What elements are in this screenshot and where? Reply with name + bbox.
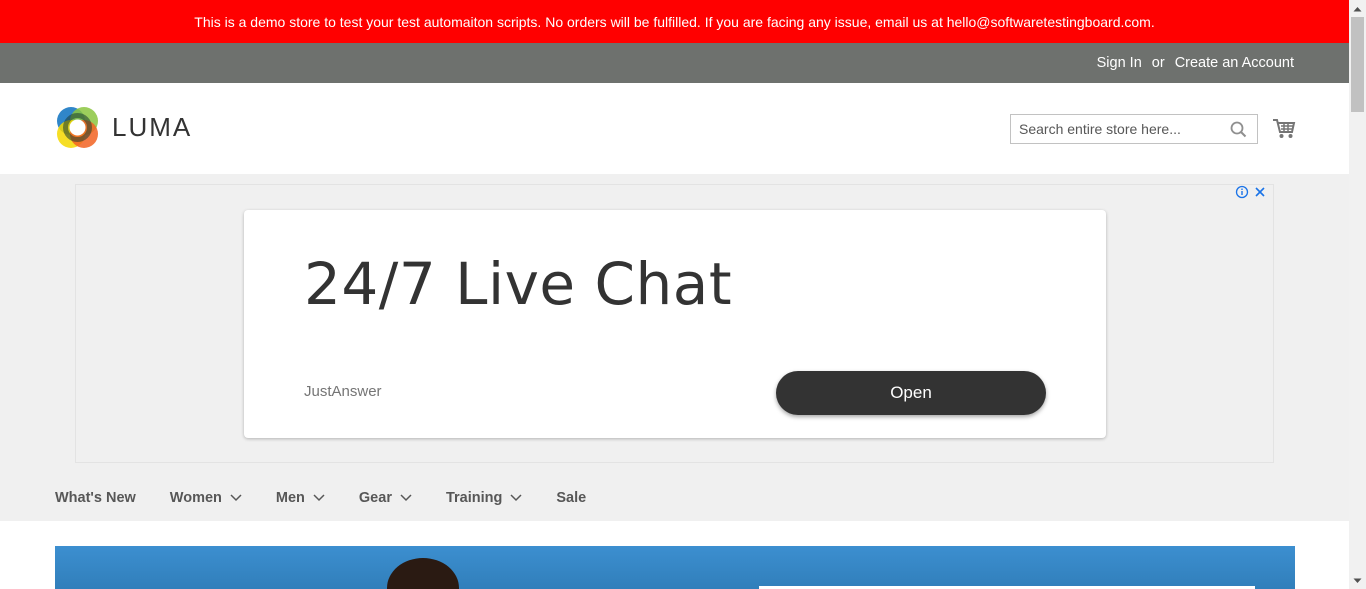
demo-notice-text: This is a demo store to test your test a… [194, 13, 1155, 30]
ad-frame: 24/7 Live Chat JustAnswer Open [75, 184, 1274, 463]
chevron-down-icon [313, 494, 325, 502]
main-navigation: What's New Women Men Gear Training Sale [55, 474, 620, 522]
chevron-down-icon [400, 494, 412, 502]
site-header: LUMA [0, 83, 1349, 174]
nav-item-training[interactable]: Training [446, 490, 522, 506]
nav-label: Women [169, 490, 222, 506]
page: This is a demo store to test your test a… [0, 0, 1349, 589]
nav-label: Men [275, 490, 305, 506]
or-separator: or [1151, 55, 1165, 71]
cart-icon[interactable] [1272, 118, 1296, 145]
ad-advertiser: JustAnswer [304, 383, 382, 400]
scroll-down-arrow-icon[interactable] [1349, 572, 1366, 589]
nav-label: Gear [358, 490, 392, 506]
chevron-down-icon [230, 494, 242, 502]
nav-item-men[interactable]: Men [276, 490, 325, 506]
luma-logo[interactable]: LUMA [55, 105, 192, 150]
scrollbar-thumb[interactable] [1351, 17, 1364, 112]
search-input[interactable] [1011, 115, 1237, 143]
account-links: Sign In or Create an Account [1097, 43, 1294, 83]
nav-item-whats-new[interactable]: What's New [55, 490, 136, 506]
nav-label: Training [445, 490, 503, 506]
search-icon[interactable] [1230, 121, 1247, 143]
hero-background [55, 546, 1295, 589]
vertical-scrollbar[interactable] [1349, 0, 1366, 589]
demo-notice-banner: This is a demo store to test your test a… [0, 0, 1349, 43]
nav-item-women[interactable]: Women [170, 490, 242, 506]
nav-item-gear[interactable]: Gear [359, 490, 412, 506]
nav-item-sale[interactable]: Sale [556, 490, 586, 506]
chevron-down-icon [510, 494, 522, 502]
create-account-link[interactable]: Create an Account [1175, 55, 1294, 71]
hero-banner[interactable] [55, 546, 1295, 589]
panel-header: Sign In or Create an Account [0, 43, 1349, 83]
logo-text: LUMA [112, 112, 193, 142]
ad-open-button[interactable]: Open [776, 371, 1046, 415]
scroll-up-arrow-icon[interactable] [1349, 0, 1366, 17]
sign-in-link[interactable]: Sign In [1097, 55, 1142, 71]
search-box [1010, 114, 1258, 144]
ad-card[interactable]: 24/7 Live Chat JustAnswer Open [244, 210, 1106, 438]
ad-headline: 24/7 Live Chat [304, 250, 733, 318]
ad-section: 24/7 Live Chat JustAnswer Open What's Ne… [0, 174, 1349, 521]
adchoices-icon[interactable] [1235, 185, 1249, 204]
ad-controls [1235, 185, 1267, 204]
luma-logo-icon [57, 107, 98, 148]
nav-label: Sale [556, 490, 587, 506]
nav-label: What's New [55, 490, 136, 506]
close-icon[interactable] [1253, 185, 1267, 204]
